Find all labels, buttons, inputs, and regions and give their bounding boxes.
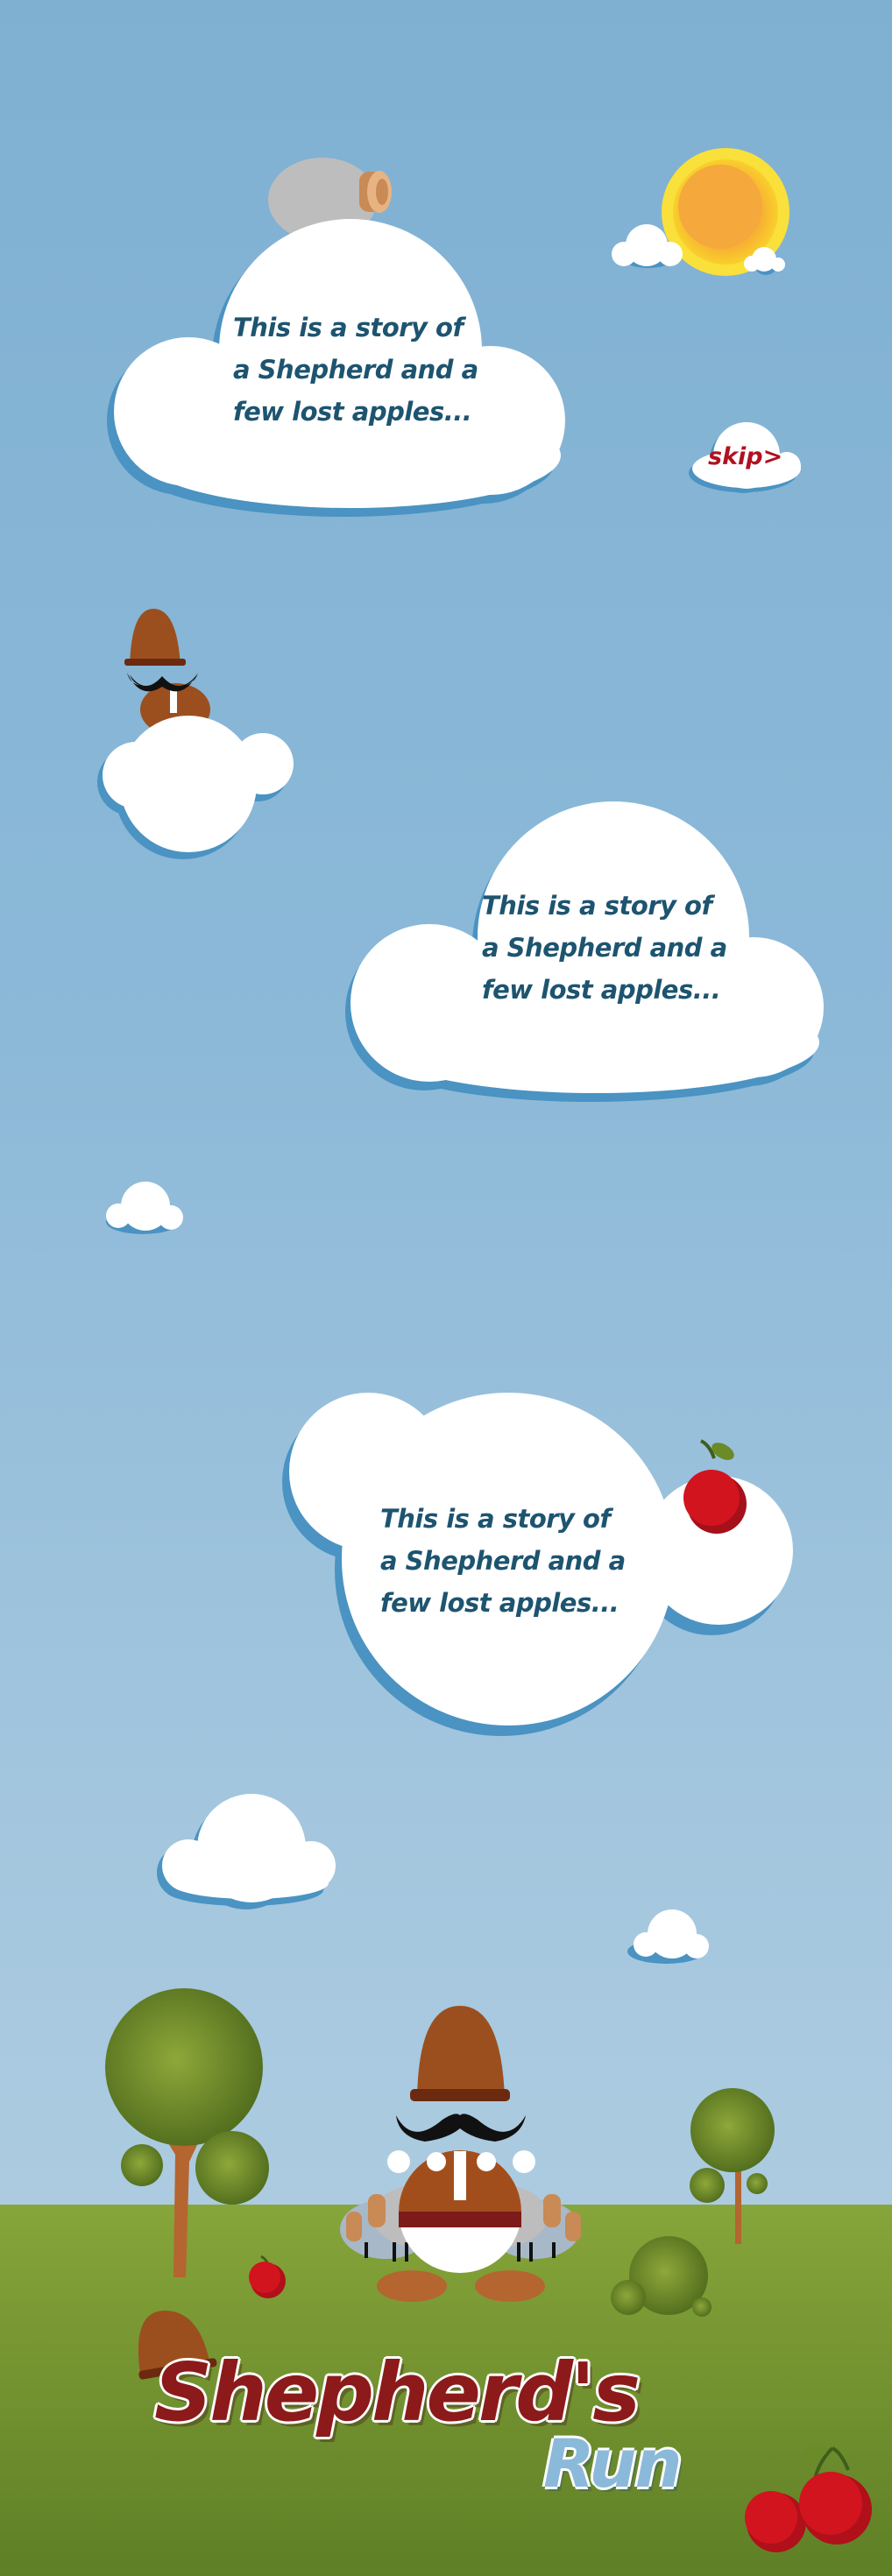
story-line: few lost apples... <box>380 1588 619 1618</box>
story-line: This is a story of <box>482 891 712 921</box>
story-line: few lost apples... <box>482 975 721 1005</box>
story-line: a Shepherd and a <box>233 355 478 385</box>
small-cloud <box>627 1909 709 1964</box>
small-cloud <box>106 1182 183 1234</box>
apple-icon <box>683 1439 747 1534</box>
story-line: few lost apples... <box>233 397 472 427</box>
small-cloud <box>157 1794 336 1909</box>
story-line: This is a story of <box>233 313 464 342</box>
story-line: This is a story of <box>380 1504 611 1534</box>
story-text-2: This is a story of a Shepherd and a few … <box>482 885 727 1011</box>
story-text-3: This is a story of a Shepherd and a few … <box>380 1498 626 1624</box>
story-line: a Shepherd and a <box>482 933 727 963</box>
story-line: a Shepherd and a <box>380 1546 626 1576</box>
skip-button[interactable]: skip> <box>692 434 789 487</box>
game-subtitle: Run <box>543 2424 683 2502</box>
story-text-1: This is a story of a Shepherd and a few … <box>233 307 478 433</box>
skip-label: skip> <box>708 443 783 470</box>
game-stage: This is a story of a Shepherd and a few … <box>0 0 892 2576</box>
small-cloud <box>97 716 294 859</box>
